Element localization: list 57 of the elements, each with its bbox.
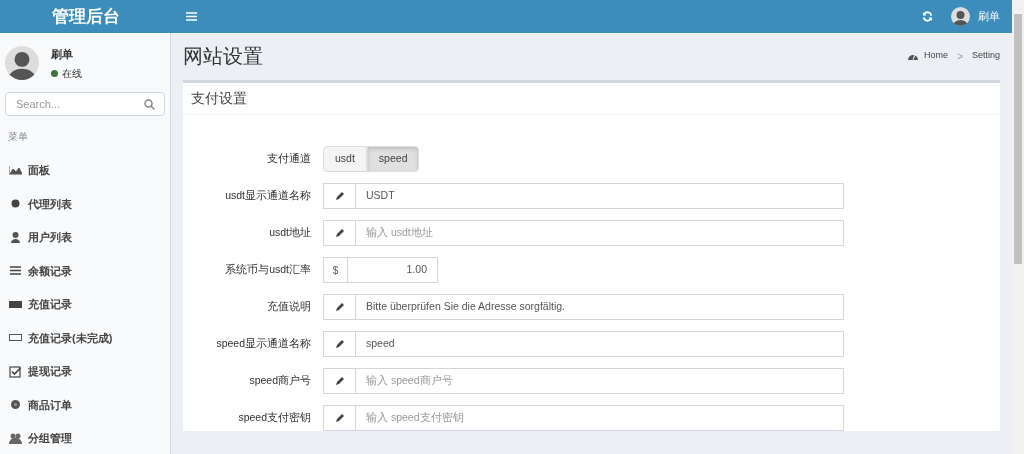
sidebar-item[interactable]: 分组管理 (0, 421, 170, 454)
user-icon (9, 230, 22, 244)
breadcrumb-separator: > (957, 49, 963, 64)
currency-prefix: $ (323, 257, 348, 283)
pencil-icon (334, 376, 345, 386)
field-label: 充值说明 (266, 299, 312, 315)
search-field[interactable]: Search... (5, 91, 165, 116)
text-field[interactable]: 输入 usdt地址 (356, 220, 844, 246)
dashboard-icon (908, 52, 919, 60)
avatar[interactable] (951, 7, 970, 26)
pencil-icon (334, 302, 345, 312)
user-name: 刷单 (51, 47, 74, 62)
app-title: 管理后台 (50, 5, 121, 28)
channel-toggle-button[interactable]: usdt (323, 146, 367, 172)
text-field[interactable]: USDT (356, 183, 844, 209)
checkbox-icon (9, 364, 22, 378)
sidebar-item[interactable]: 商品订单 (0, 388, 170, 422)
sidebar-item[interactable]: 余额记录 (0, 254, 170, 288)
pencil-icon (334, 339, 345, 349)
page-title: 网站设置 (183, 44, 264, 69)
field-label: speed商户号 (248, 373, 312, 389)
user-name[interactable]: 刷单 (978, 8, 1000, 25)
text-field[interactable]: 输入 speed商户号 (356, 368, 844, 394)
field-label: usdt显示通道名称 (224, 188, 312, 204)
breadcrumb-current: Setting (971, 49, 1000, 63)
rate-field[interactable]: 1.00 (348, 257, 438, 283)
sidebar-item[interactable]: 面板 (0, 153, 170, 187)
pencil-icon (334, 191, 345, 201)
status-text: 在线 (62, 66, 82, 81)
pencil-icon (334, 413, 345, 423)
field-label: speed显示通道名称 (215, 336, 312, 352)
list-icon (9, 264, 22, 278)
user-silhouette-icon (953, 10, 968, 26)
sidebar-item[interactable]: 代理列表 (0, 187, 170, 221)
menu-icon (185, 12, 197, 21)
text-field[interactable]: Bitte überprüfen Sie die Adresse sorgfältig. (356, 294, 844, 320)
channel-toggle-button[interactable]: speed (366, 146, 420, 172)
panel-title: 支付设置 (183, 83, 1000, 115)
sidebar-item[interactable]: 用户列表 (0, 220, 170, 254)
field-label: 系统币与usdt汇率 (224, 262, 312, 278)
area-chart-icon (9, 163, 22, 177)
field-label: speed支付密钥 (237, 410, 312, 426)
pencil-icon (334, 228, 345, 238)
sidebar-item[interactable]: 充值记录(未完成) (0, 321, 170, 355)
scrollbar[interactable] (1012, 0, 1024, 454)
field-label: usdt地址 (268, 225, 312, 241)
field-label: 支付通道 (266, 151, 312, 167)
gear-icon (9, 398, 22, 412)
menu-header: 菜单 (7, 129, 29, 144)
refresh-icon (921, 11, 933, 22)
text-field[interactable]: speed (356, 331, 844, 357)
breadcrumb-link[interactable]: Home (924, 49, 949, 63)
text-field[interactable]: 输入 speed支付密钥 (356, 405, 844, 431)
sidebar-item[interactable]: 充值记录 (0, 287, 170, 321)
search-icon (144, 98, 155, 110)
users-icon (9, 431, 22, 445)
sidebar-item[interactable]: 提现记录 (0, 354, 170, 388)
